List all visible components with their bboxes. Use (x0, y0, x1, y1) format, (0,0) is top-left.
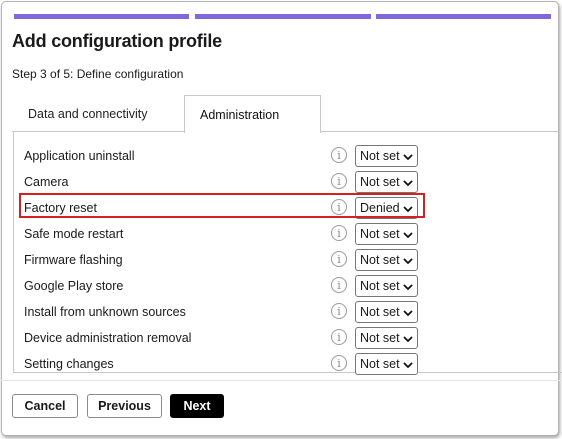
dropdown-value: Not set (360, 357, 400, 371)
setting-dropdown[interactable]: Not set (355, 327, 418, 349)
setting-label: Setting changes (24, 357, 114, 371)
setting-dropdown[interactable]: Not set (355, 145, 418, 167)
info-icon[interactable]: i (331, 355, 347, 371)
dropdown-value: Not set (360, 149, 400, 163)
info-icon[interactable]: i (331, 277, 347, 293)
step-progress-bar (14, 14, 551, 20)
chevron-down-icon (403, 258, 413, 265)
dropdown-value: Not set (360, 227, 400, 241)
dialog-title: Add configuration profile (12, 31, 222, 51)
chevron-down-icon (403, 180, 413, 187)
chevron-down-icon (403, 362, 413, 369)
info-icon[interactable]: i (331, 147, 347, 163)
info-icon[interactable]: i (331, 173, 347, 189)
chevron-down-icon (403, 232, 413, 239)
dropdown-value: Not set (360, 279, 400, 293)
chevron-down-icon (403, 154, 413, 161)
dropdown-value: Not set (360, 331, 400, 345)
setting-dropdown[interactable]: Not set (355, 223, 418, 245)
info-icon[interactable]: i (331, 251, 347, 267)
dropdown-value: Not set (360, 253, 400, 267)
setting-label: Device administration removal (24, 331, 192, 345)
setting-label: Safe mode restart (24, 227, 124, 241)
footer-divider (0, 380, 562, 381)
setting-label: Firmware flashing (24, 253, 123, 267)
setting-dropdown[interactable]: Not set (355, 353, 418, 375)
setting-label: Application uninstall (24, 149, 135, 163)
setting-dropdown[interactable]: Not set (355, 301, 418, 323)
chevron-down-icon (403, 310, 413, 317)
info-icon[interactable]: i (331, 329, 347, 345)
setting-label: Install from unknown sources (24, 305, 186, 319)
previous-button[interactable]: Previous (87, 394, 162, 418)
progress-segment (376, 14, 551, 19)
progress-segment (195, 14, 371, 19)
setting-dropdown[interactable]: Not set (355, 249, 418, 271)
dropdown-value: Not set (360, 175, 400, 189)
info-icon[interactable]: i (331, 303, 347, 319)
step-indicator: Step 3 of 5: Define configuration (12, 67, 184, 81)
setting-label: Google Play store (24, 279, 124, 293)
info-icon[interactable]: i (331, 225, 347, 241)
next-button[interactable]: Next (170, 394, 224, 418)
highlight-box (19, 193, 425, 218)
cancel-button[interactable]: Cancel (12, 394, 78, 418)
tab-data-and-connectivity[interactable]: Data and connectivity (28, 107, 148, 121)
setting-dropdown[interactable]: Not set (355, 275, 418, 297)
setting-dropdown[interactable]: Not set (355, 171, 418, 193)
tab-administration-label[interactable]: Administration (200, 108, 279, 122)
chevron-down-icon (403, 284, 413, 291)
chevron-down-icon (403, 336, 413, 343)
setting-label: Camera (24, 175, 69, 189)
dropdown-value: Not set (360, 305, 400, 319)
progress-segment (14, 14, 189, 19)
